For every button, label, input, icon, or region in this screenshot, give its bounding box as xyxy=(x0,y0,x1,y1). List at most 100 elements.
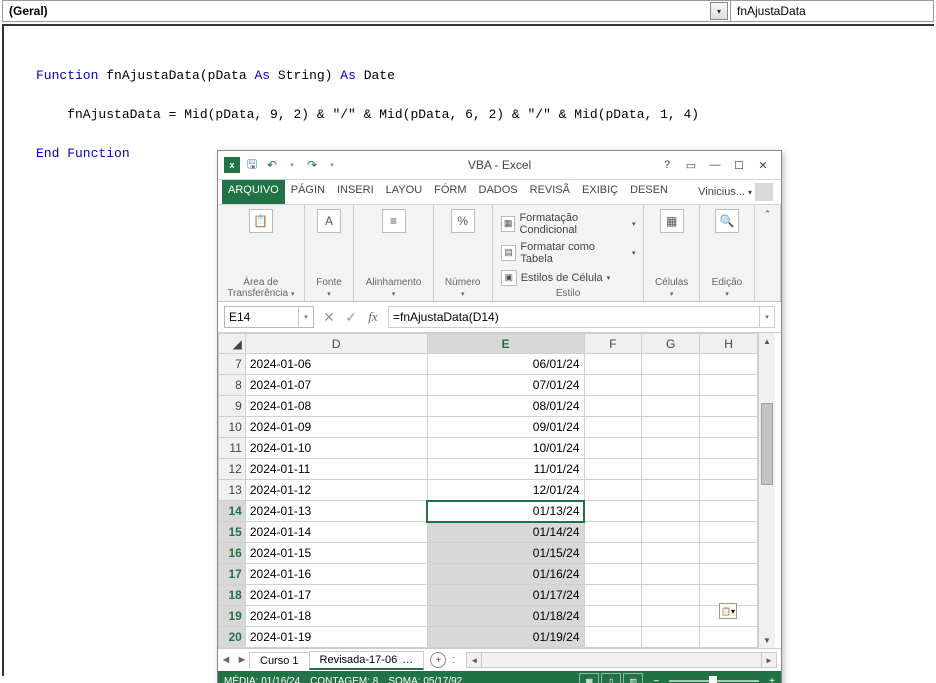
cells-icon[interactable]: ▦ xyxy=(660,209,684,233)
cell[interactable]: 2024-01-07 xyxy=(245,375,427,396)
cell[interactable]: 2024-01-06 xyxy=(245,354,427,375)
find-select-icon[interactable]: 🔍 xyxy=(715,209,739,233)
cell[interactable] xyxy=(700,459,758,480)
row-header[interactable]: 7 xyxy=(219,354,246,375)
col-header-H[interactable]: H xyxy=(700,334,758,354)
dropdown-arrow-icon[interactable]: ▾ xyxy=(710,2,728,20)
insert-function-icon[interactable]: fx xyxy=(364,308,382,326)
tab-revisao[interactable]: REVISÃ xyxy=(524,180,576,204)
row-header[interactable]: 20 xyxy=(219,627,246,648)
cell[interactable]: 01/17/24 xyxy=(427,585,584,606)
redo-dropdown-icon[interactable]: ▾ xyxy=(324,157,340,173)
cell[interactable] xyxy=(584,543,642,564)
cell[interactable]: 08/01/24 xyxy=(427,396,584,417)
signin-area[interactable]: Vinicius... ▾ xyxy=(694,180,777,204)
cell[interactable] xyxy=(584,627,642,648)
cell[interactable]: 09/01/24 xyxy=(427,417,584,438)
tab-dados[interactable]: DADOS xyxy=(473,180,524,204)
cell[interactable] xyxy=(700,480,758,501)
cell[interactable]: 01/15/24 xyxy=(427,543,584,564)
vba-proc-select[interactable]: fnAjustaData xyxy=(731,1,933,21)
cell[interactable] xyxy=(642,396,700,417)
close-button[interactable]: ✕ xyxy=(751,155,775,175)
scroll-up-icon[interactable]: ▲ xyxy=(759,333,775,349)
cell[interactable] xyxy=(700,627,758,648)
cell[interactable]: 2024-01-12 xyxy=(245,480,427,501)
cell[interactable]: 01/19/24 xyxy=(427,627,584,648)
zoom-slider[interactable] xyxy=(669,680,759,682)
select-all-corner[interactable]: ◢ xyxy=(219,334,246,354)
cell[interactable]: 2024-01-13 xyxy=(245,501,427,522)
col-header-D[interactable]: D xyxy=(245,334,427,354)
cell[interactable]: 11/01/24 xyxy=(427,459,584,480)
cell[interactable] xyxy=(584,564,642,585)
cell[interactable] xyxy=(700,522,758,543)
tab-formulas[interactable]: FÓRM xyxy=(428,180,472,204)
row-header[interactable]: 11 xyxy=(219,438,246,459)
cell[interactable] xyxy=(700,417,758,438)
formula-cancel-icon[interactable]: ✕ xyxy=(320,308,338,326)
cell[interactable] xyxy=(642,606,700,627)
cell[interactable]: 01/16/24 xyxy=(427,564,584,585)
cell[interactable]: 2024-01-08 xyxy=(245,396,427,417)
cell[interactable] xyxy=(642,375,700,396)
cell[interactable] xyxy=(642,417,700,438)
help-button[interactable]: ? xyxy=(655,155,679,175)
formula-input[interactable]: =fnAjustaData(D14) ▾ xyxy=(388,306,775,328)
title-bar[interactable]: x 🖫 ↶ ▾ ↷ ▾ VBA - Excel ? ▭ — ☐ ✕ xyxy=(218,151,781,180)
vertical-scrollbar[interactable]: ▲ ▼ xyxy=(758,333,775,648)
cell[interactable]: 01/13/24 xyxy=(427,501,584,522)
zoom-out-button[interactable]: − xyxy=(653,676,659,683)
qat-dropdown-icon[interactable]: ▾ xyxy=(284,157,300,173)
scroll-right-icon[interactable]: ► xyxy=(761,653,776,667)
tab-pagina-inicial[interactable]: PÁGIN xyxy=(285,180,331,204)
conditional-formatting-button[interactable]: ▦ Formatação Condicional ▾ xyxy=(499,211,638,237)
row-header[interactable]: 19 xyxy=(219,606,246,627)
tab-desenvolvedor[interactable]: DESEN xyxy=(624,180,674,204)
tab-inserir[interactable]: INSERI xyxy=(331,180,380,204)
cell[interactable] xyxy=(584,438,642,459)
cell[interactable] xyxy=(642,564,700,585)
cell[interactable]: 06/01/24 xyxy=(427,354,584,375)
redo-icon[interactable]: ↷ xyxy=(304,157,320,173)
view-normal-icon[interactable]: ▦ xyxy=(579,673,599,683)
sheet-tab-revisada[interactable]: Revisada-17-06 … xyxy=(309,651,425,670)
name-box-dropdown-icon[interactable]: ▾ xyxy=(298,307,313,327)
cell[interactable]: 2024-01-16 xyxy=(245,564,427,585)
col-header-F[interactable]: F xyxy=(584,334,642,354)
sheet-nav-left-icon[interactable]: ◄ xyxy=(218,654,234,666)
cell[interactable]: 10/01/24 xyxy=(427,438,584,459)
col-header-E[interactable]: E xyxy=(427,334,584,354)
view-page-layout-icon[interactable]: ▯ xyxy=(601,673,621,683)
cell[interactable] xyxy=(700,501,758,522)
formula-expand-icon[interactable]: ▾ xyxy=(759,307,774,327)
cell[interactable] xyxy=(584,522,642,543)
view-page-break-icon[interactable]: ▥ xyxy=(623,673,643,683)
cell[interactable] xyxy=(700,438,758,459)
number-icon[interactable]: % xyxy=(451,209,475,233)
cell[interactable] xyxy=(700,564,758,585)
cell-styles-button[interactable]: ▣ Estilos de Célula ▾ xyxy=(499,269,638,287)
cell[interactable]: 2024-01-17 xyxy=(245,585,427,606)
cell[interactable] xyxy=(642,438,700,459)
scroll-left-icon[interactable]: ◄ xyxy=(467,653,482,667)
alignment-icon[interactable]: ≡ xyxy=(382,209,406,233)
row-header[interactable]: 10 xyxy=(219,417,246,438)
horizontal-scrollbar[interactable]: ◄ ► xyxy=(466,652,777,668)
cell[interactable] xyxy=(642,501,700,522)
format-as-table-button[interactable]: ▤ Formatar como Tabela ▾ xyxy=(499,240,638,266)
paste-icon[interactable]: 📋 xyxy=(249,209,273,233)
row-header[interactable]: 15 xyxy=(219,522,246,543)
worksheet-grid[interactable]: ◢ D E F G H 72024-01-0606/01/2482024-01-… xyxy=(218,333,758,648)
tab-layout[interactable]: LAYOU xyxy=(380,180,428,204)
cell[interactable]: 01/14/24 xyxy=(427,522,584,543)
sheet-nav-right-icon[interactable]: ► xyxy=(234,654,250,666)
undo-icon[interactable]: ↶ xyxy=(264,157,280,173)
cell[interactable] xyxy=(642,522,700,543)
cell[interactable] xyxy=(584,354,642,375)
vba-object-select[interactable]: (Geral) ▾ xyxy=(3,1,731,21)
row-header[interactable]: 9 xyxy=(219,396,246,417)
cell[interactable] xyxy=(642,459,700,480)
ribbon-collapse[interactable]: ⌃ xyxy=(755,205,781,301)
formula-enter-icon[interactable]: ✓ xyxy=(342,308,360,326)
